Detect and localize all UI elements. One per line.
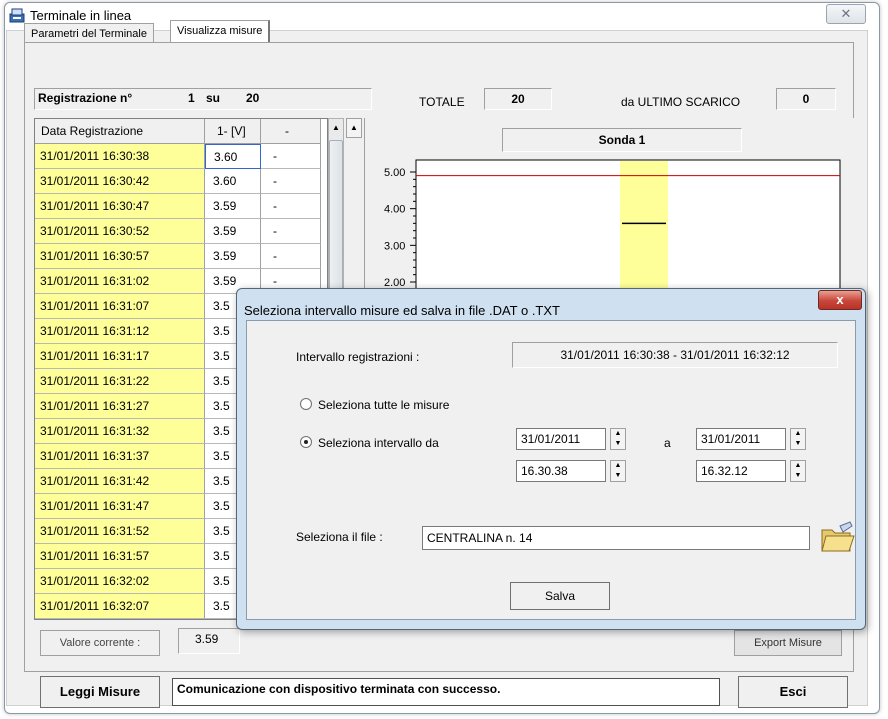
valore-corrente-button[interactable]: Valore corrente : [40, 630, 160, 656]
tab-parametri[interactable]: Parametri del Terminale [24, 23, 154, 43]
registration-total: 20 [246, 91, 260, 105]
file-label: Seleziona il file : [296, 530, 383, 544]
salva-button[interactable]: Salva [510, 582, 610, 610]
column-header-date[interactable]: Data Registrazione [35, 119, 205, 144]
ultimo-scarico-value: 0 [776, 88, 836, 110]
cell-date[interactable]: 31/01/2011 16:31:52 [35, 519, 205, 544]
cell-date[interactable]: 31/01/2011 16:31:07 [35, 294, 205, 319]
folder-open-icon[interactable] [818, 518, 858, 558]
cell-date[interactable]: 31/01/2011 16:30:57 [35, 244, 205, 269]
dialog-close-button[interactable]: x [818, 290, 862, 310]
cell-date[interactable]: 31/01/2011 16:32:02 [35, 569, 205, 594]
cell-date[interactable]: 31/01/2011 16:31:32 [35, 419, 205, 444]
radio-all-label[interactable]: Seleziona tutte le misure [318, 398, 449, 412]
chart-title: Sonda 1 [502, 128, 742, 152]
date-to-field[interactable]: 31/01/2011 [696, 428, 786, 450]
terminal-icon [8, 6, 26, 24]
cell-voltage[interactable]: 3.60 [205, 144, 261, 169]
date-from-spinner[interactable]: ▲ ▼ [610, 428, 626, 450]
date-to-spinner[interactable]: ▲ ▼ [790, 428, 806, 450]
table-row[interactable]: 31/01/2011 16:30:47 3.59- [35, 194, 327, 219]
cell-date[interactable]: 31/01/2011 16:31:17 [35, 344, 205, 369]
cell-date[interactable]: 31/01/2011 16:31:57 [35, 544, 205, 569]
spin-up-icon[interactable]: ▲ [791, 461, 805, 471]
cell-voltage[interactable]: 3.59 [205, 194, 261, 219]
cell-voltage[interactable]: 3.60 [205, 169, 261, 194]
spin-up-icon[interactable]: ▲ [611, 429, 625, 439]
esci-button[interactable]: Esci [738, 676, 848, 708]
cell-extra[interactable]: - [261, 194, 321, 219]
ultimo-scarico-label: da ULTIMO SCARICO [621, 95, 741, 109]
file-name-input[interactable]: CENTRALINA n. 14 [422, 526, 810, 550]
cell-date[interactable]: 31/01/2011 16:31:47 [35, 494, 205, 519]
cell-date[interactable]: 31/01/2011 16:30:42 [35, 169, 205, 194]
spin-down-icon[interactable]: ▼ [611, 471, 625, 481]
cell-date[interactable]: 31/01/2011 16:31:02 [35, 269, 205, 294]
window-title: Terminale in linea [30, 8, 132, 23]
spin-down-icon[interactable]: ▼ [611, 439, 625, 449]
radio-all-measures[interactable] [300, 398, 312, 410]
export-misure-button[interactable]: Export Misure [734, 630, 842, 656]
valore-corrente-value: 3.59 [178, 628, 240, 654]
cell-date[interactable]: 31/01/2011 16:32:07 [35, 594, 205, 619]
column-header-extra[interactable]: - [261, 119, 321, 144]
y-tick-label: 4.00 [384, 204, 405, 216]
cell-extra[interactable]: - [261, 144, 321, 169]
status-message: Comunicazione con dispositivo terminata … [172, 678, 720, 706]
selection-band [620, 161, 668, 296]
cell-date[interactable]: 31/01/2011 16:30:47 [35, 194, 205, 219]
cell-extra[interactable]: - [261, 244, 321, 269]
interval-value: 31/01/2011 16:30:38 - 31/01/2011 16:32:1… [512, 342, 838, 368]
cell-voltage[interactable]: 3.59 [205, 219, 261, 244]
time-to-field[interactable]: 16.32.12 [696, 460, 786, 482]
cell-date[interactable]: 31/01/2011 16:31:37 [35, 444, 205, 469]
cell-date[interactable]: 31/01/2011 16:30:38 [35, 144, 205, 169]
totale-value: 20 [484, 88, 552, 110]
column-header-voltage[interactable]: 1- [V] [205, 119, 261, 144]
cell-extra[interactable]: - [261, 219, 321, 244]
cell-date[interactable]: 31/01/2011 16:31:12 [35, 319, 205, 344]
y-tick-label: 3.00 [384, 240, 405, 252]
leggi-misure-button[interactable]: Leggi Misure [40, 676, 160, 708]
scroll-up-arrow-icon[interactable]: ▲ [328, 118, 344, 138]
tab-visualizza-misure[interactable]: Visualizza misure [170, 20, 271, 43]
table-row[interactable]: 31/01/2011 16:30:42 3.60- [35, 169, 327, 194]
cell-extra[interactable]: - [261, 169, 321, 194]
interval-label: Intervallo registrazioni : [296, 350, 420, 364]
registration-label: Registrazione n° [38, 91, 133, 105]
radio-range[interactable] [300, 436, 312, 448]
chart-scroll-up-arrow-icon[interactable]: ▲ [346, 118, 362, 138]
spin-down-icon[interactable]: ▼ [791, 471, 805, 481]
registration-su: su [206, 91, 221, 105]
table-row[interactable]: 31/01/2011 16:30:57 3.59- [35, 244, 327, 269]
table-row[interactable]: 31/01/2011 16:30:52 3.59- [35, 219, 327, 244]
window-close-button[interactable]: ✕ [826, 4, 866, 24]
time-from-field[interactable]: 16.30.38 [516, 460, 606, 482]
dialog-title: Seleziona intervallo misure ed salva in … [244, 303, 560, 318]
spin-up-icon[interactable]: ▲ [611, 461, 625, 471]
spin-down-icon[interactable]: ▼ [791, 439, 805, 449]
cell-voltage[interactable]: 3.59 [205, 244, 261, 269]
registration-current: 1 [188, 91, 195, 105]
date-from-field[interactable]: 31/01/2011 [516, 428, 606, 450]
chart-svg: 5.004.003.002.00 [384, 159, 841, 297]
cell-date[interactable]: 31/01/2011 16:31:42 [35, 469, 205, 494]
cell-date[interactable]: 31/01/2011 16:31:27 [35, 394, 205, 419]
y-tick-label: 5.00 [384, 167, 405, 179]
spin-up-icon[interactable]: ▲ [791, 429, 805, 439]
cell-date[interactable]: 31/01/2011 16:31:22 [35, 369, 205, 394]
table-row[interactable]: 31/01/2011 16:30:38 3.60- [35, 144, 327, 169]
cell-date[interactable]: 31/01/2011 16:30:52 [35, 219, 205, 244]
time-from-spinner[interactable]: ▲ ▼ [610, 460, 626, 482]
totale-label: TOTALE [419, 95, 465, 109]
range-a-label: a [664, 436, 671, 450]
radio-range-label[interactable]: Seleziona intervallo da [318, 436, 439, 450]
time-to-spinner[interactable]: ▲ ▼ [790, 460, 806, 482]
